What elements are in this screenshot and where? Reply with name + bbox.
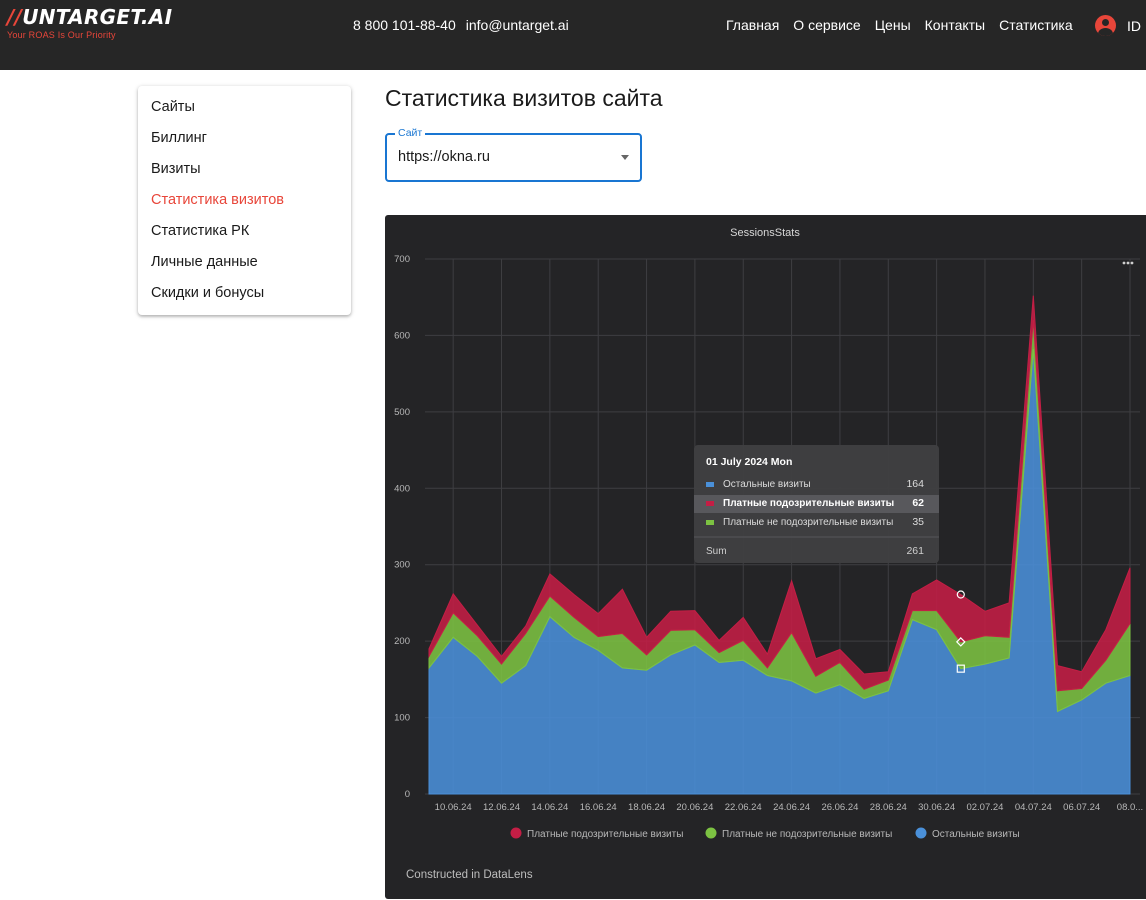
tooltip-row-value: 62 bbox=[912, 497, 924, 509]
tooltip-row-label: Платные подозрительные визиты bbox=[723, 498, 894, 509]
x-tick-label: 20.06.24 bbox=[676, 802, 713, 813]
tooltip-row-label: Остальные визиты bbox=[723, 479, 811, 490]
y-tick-label: 200 bbox=[394, 636, 410, 647]
sessions-chart-panel: SessionsStats 0 100 200 300 400 500 600 700 10.06… bbox=[385, 215, 1146, 899]
legend-label: Платные подозрительные визиты bbox=[527, 829, 683, 840]
site-select[interactable]: Сайт https://okna.ru bbox=[385, 133, 642, 182]
x-tick-label: 12.06.24 bbox=[483, 802, 520, 813]
x-tick-label: 26.06.24 bbox=[821, 802, 858, 813]
user-id-label[interactable]: ID bbox=[1127, 18, 1141, 34]
sidebar-item-campaign-stats[interactable]: Статистика РК bbox=[138, 221, 351, 252]
contacts: 8 800 101-88-40 info@untarget.ai bbox=[353, 17, 579, 33]
logo-text: //UNTARGET.AI bbox=[7, 5, 172, 29]
page-title: Статистика визитов сайта bbox=[385, 85, 663, 112]
tooltip-swatch bbox=[706, 501, 714, 506]
legend-marker bbox=[706, 828, 717, 839]
sidebar-item-sites[interactable]: Сайты bbox=[138, 97, 351, 128]
x-tick-label: 16.06.24 bbox=[580, 802, 617, 813]
x-tick-label: 08.0... bbox=[1117, 802, 1143, 813]
main-nav: Главная О сервисе Цены Контакты Статистика bbox=[726, 17, 1087, 33]
legend-marker bbox=[916, 828, 927, 839]
x-tick-label: 28.06.24 bbox=[870, 802, 907, 813]
y-tick-label: 400 bbox=[394, 483, 410, 494]
tooltip-row-value: 35 bbox=[912, 516, 924, 528]
tooltip-swatch bbox=[706, 520, 714, 525]
y-tick-label: 0 bbox=[405, 789, 410, 800]
sessions-chart: SessionsStats 0 100 200 300 400 500 600 700 10.06… bbox=[385, 215, 1146, 899]
nav-contacts[interactable]: Контакты bbox=[925, 17, 985, 33]
tooltip-sum-value: 261 bbox=[906, 545, 924, 557]
x-tick-label: 18.06.24 bbox=[628, 802, 665, 813]
sidebar-item-billing[interactable]: Биллинг bbox=[138, 128, 351, 159]
user-menu[interactable]: ID bbox=[1095, 15, 1141, 36]
tooltip-row-label: Платные не подозрительные визиты bbox=[723, 517, 893, 528]
sidebar-item-discounts[interactable]: Скидки и бонусы bbox=[138, 283, 351, 314]
x-tick-label: 06.07.24 bbox=[1063, 802, 1100, 813]
logo[interactable]: //UNTARGET.AI Your ROAS Is Our Priority bbox=[7, 5, 172, 40]
phone-link[interactable]: 8 800 101-88-40 bbox=[353, 17, 456, 33]
tooltip-title: 01 July 2024 Mon bbox=[706, 456, 792, 468]
y-tick-label: 500 bbox=[394, 407, 410, 418]
nav-about[interactable]: О сервисе bbox=[793, 17, 860, 33]
logo-name: UNTARGET.AI bbox=[22, 5, 172, 29]
y-tick-label: 300 bbox=[394, 560, 410, 571]
datalens-credit[interactable]: Constructed in DataLens bbox=[406, 869, 533, 881]
tooltip-swatch bbox=[706, 482, 714, 487]
legend-label: Остальные визиты bbox=[932, 829, 1020, 840]
top-header: //UNTARGET.AI Your ROAS Is Our Priority … bbox=[0, 0, 1146, 70]
x-tick-label: 02.07.24 bbox=[966, 802, 1003, 813]
x-tick-label: 04.07.24 bbox=[1015, 802, 1052, 813]
more-horizontal-icon bbox=[1123, 262, 1126, 265]
site-select-label: Сайт bbox=[395, 127, 425, 139]
x-tick-label: 24.06.24 bbox=[773, 802, 810, 813]
logo-slashes: // bbox=[7, 5, 22, 29]
y-tick-label: 100 bbox=[394, 713, 410, 724]
sidebar-item-visits[interactable]: Визиты bbox=[138, 159, 351, 190]
site-select-value: https://okna.ru bbox=[398, 149, 490, 165]
legend-marker bbox=[511, 828, 522, 839]
nav-statistics[interactable]: Статистика bbox=[999, 17, 1073, 33]
logo-tagline: Your ROAS Is Our Priority bbox=[7, 30, 172, 40]
chart-title: SessionsStats bbox=[730, 227, 800, 239]
more-horizontal-icon bbox=[1131, 262, 1134, 265]
sidebar-item-visit-stats[interactable]: Статистика визитов bbox=[138, 190, 351, 221]
x-tick-label: 10.06.24 bbox=[435, 802, 472, 813]
x-tick-label: 30.06.24 bbox=[918, 802, 955, 813]
y-tick-label: 700 bbox=[394, 254, 410, 265]
sidebar-item-personal-data[interactable]: Личные данные bbox=[138, 252, 351, 283]
nav-prices[interactable]: Цены bbox=[875, 17, 911, 33]
dropdown-arrow-icon[interactable] bbox=[621, 155, 629, 160]
x-tick-label: 22.06.24 bbox=[725, 802, 762, 813]
more-horizontal-icon bbox=[1127, 262, 1130, 265]
y-tick-label: 600 bbox=[394, 330, 410, 341]
tooltip-row-value: 164 bbox=[906, 478, 924, 490]
tooltip-sum-label: Sum bbox=[706, 546, 727, 557]
x-tick-label: 14.06.24 bbox=[531, 802, 568, 813]
email-link[interactable]: info@untarget.ai bbox=[466, 17, 569, 33]
account-icon[interactable] bbox=[1095, 15, 1116, 36]
nav-home[interactable]: Главная bbox=[726, 17, 779, 33]
legend-label: Платные не подозрительные визиты bbox=[722, 829, 892, 840]
sidebar-menu: Сайты Биллинг Визиты Статистика визитов … bbox=[138, 86, 351, 315]
